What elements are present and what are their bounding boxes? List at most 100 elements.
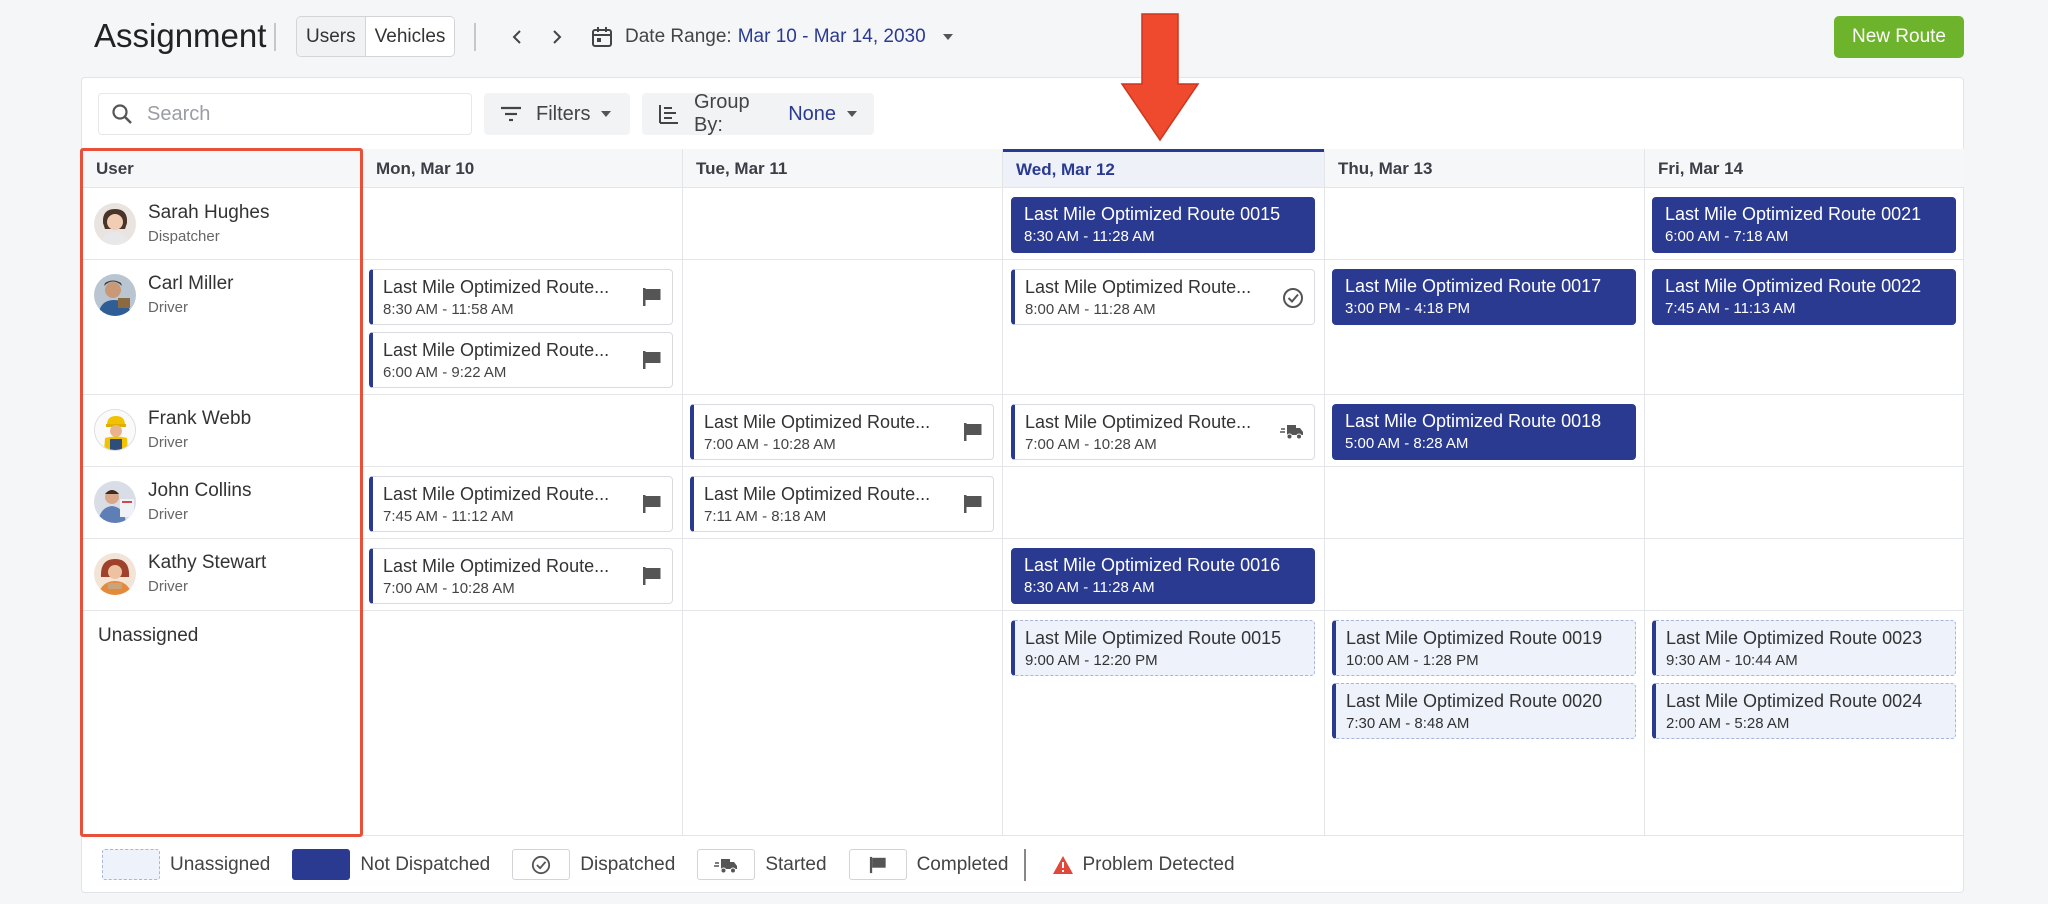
- legend-swatch: [102, 849, 160, 880]
- route-card-unassigned[interactable]: Last Mile Optimized Route 0023 9:30 AM -…: [1652, 620, 1956, 676]
- legend-item-started: Started: [697, 849, 827, 880]
- filter-icon: [500, 106, 522, 122]
- route-time: 2:00 AM - 5:28 AM: [1666, 715, 1790, 732]
- route-card[interactable]: Last Mile Optimized Route... 6:00 AM - 9…: [369, 332, 673, 388]
- route-card[interactable]: Last Mile Optimized Route... 7:45 AM - 1…: [369, 476, 673, 532]
- column-header-day: Mon, Mar 10: [362, 149, 682, 188]
- caret-down-icon: [600, 110, 612, 118]
- warning-icon: [1052, 855, 1074, 875]
- route-card[interactable]: Last Mile Optimized Route... 8:30 AM - 1…: [369, 269, 673, 325]
- legend-label: Not Dispatched: [360, 853, 491, 875]
- caret-down-icon: [942, 33, 954, 41]
- date-range-picker[interactable]: Date Range: Mar 10 - Mar 14, 2030: [591, 20, 954, 54]
- date-range-value: Mar 10 - Mar 14, 2030: [737, 26, 926, 47]
- route-card-unassigned[interactable]: Last Mile Optimized Route 0019 10:00 AM …: [1332, 620, 1636, 676]
- legend-item-not-dispatched: Not Dispatched: [292, 849, 490, 880]
- route-title: Last Mile Optimized Route...: [383, 277, 610, 297]
- route-title: Last Mile Optimized Route 0023: [1666, 628, 1923, 648]
- user-column-highlight: [80, 148, 363, 837]
- page-header: Assignment Users Vehicles Date Range: Ma…: [0, 0, 2048, 74]
- view-toggle: Users Vehicles: [296, 16, 456, 57]
- flag-icon: [642, 287, 662, 307]
- route-time: 7:00 AM - 10:28 AM: [383, 580, 515, 597]
- route-time: 6:00 AM - 9:22 AM: [383, 364, 507, 381]
- route-title: Last Mile Optimized Route 0020: [1346, 691, 1603, 711]
- legend-item-completed: Completed: [848, 849, 1008, 880]
- legend-divider: [1024, 848, 1027, 881]
- legend-item-unassigned: Unassigned: [102, 849, 270, 880]
- route-time: 7:45 AM - 11:12 AM: [383, 508, 514, 525]
- down-arrow-icon: [1120, 12, 1200, 147]
- route-card[interactable]: Last Mile Optimized Route 0022 7:45 AM -…: [1652, 269, 1956, 325]
- route-title: Last Mile Optimized Route...: [1025, 277, 1252, 297]
- view-toggle-vehicles[interactable]: Vehicles: [364, 17, 455, 56]
- legend-label: Problem Detected: [1082, 853, 1235, 875]
- route-time: 10:00 AM - 1:28 PM: [1346, 652, 1479, 669]
- calendar-icon: [591, 26, 613, 48]
- route-card[interactable]: Last Mile Optimized Route 0021 6:00 AM -…: [1652, 197, 1956, 253]
- route-title: Last Mile Optimized Route 0021: [1665, 204, 1922, 224]
- legend-label: Dispatched: [580, 853, 676, 875]
- group-by-dropdown[interactable]: Group By: None: [642, 91, 874, 136]
- route-time: 8:30 AM - 11:28 AM: [1024, 228, 1155, 245]
- route-card-unassigned[interactable]: Last Mile Optimized Route 0024 2:00 AM -…: [1652, 683, 1956, 739]
- route-title: Last Mile Optimized Route 0024: [1666, 691, 1923, 711]
- flag-icon: [642, 494, 662, 514]
- route-time: 5:00 AM - 8:28 AM: [1345, 435, 1469, 452]
- header-divider: [274, 23, 276, 51]
- route-card[interactable]: Last Mile Optimized Route 0018 5:00 AM -…: [1332, 404, 1636, 460]
- route-time: 8:30 AM - 11:28 AM: [1024, 579, 1155, 596]
- route-title: Last Mile Optimized Route 0015: [1024, 204, 1281, 224]
- route-title: Last Mile Optimized Route...: [1025, 412, 1252, 432]
- next-week-button[interactable]: [542, 22, 572, 52]
- route-card-unassigned[interactable]: Last Mile Optimized Route 0020 7:30 AM -…: [1332, 683, 1636, 739]
- date-range-label: Date Range:: [625, 26, 732, 47]
- grid-divider: [1324, 149, 1325, 835]
- column-header-day: Thu, Mar 13: [1324, 149, 1644, 188]
- toolbar: Filters Group By: None: [82, 78, 1963, 149]
- route-card[interactable]: Last Mile Optimized Route... 7:00 AM - 1…: [1011, 404, 1315, 460]
- column-header-day: Tue, Mar 11: [682, 149, 1002, 188]
- truck-icon: [697, 849, 756, 880]
- group-by-value: None: [788, 102, 836, 125]
- route-time: 3:00 PM - 4:18 PM: [1345, 300, 1471, 317]
- route-card[interactable]: Last Mile Optimized Route 0017 3:00 PM -…: [1332, 269, 1636, 325]
- grid-divider: [682, 149, 683, 835]
- route-card[interactable]: Last Mile Optimized Route... 8:00 AM - 1…: [1011, 269, 1315, 325]
- schedule-grid: User Mon, Mar 10 Tue, Mar 11 Wed, Mar 12…: [82, 149, 1964, 835]
- page-title: Assignment: [94, 17, 267, 54]
- route-title: Last Mile Optimized Route...: [704, 412, 931, 432]
- legend-item-problem-detected: Problem Detected: [1052, 853, 1235, 876]
- route-title: Last Mile Optimized Route 0018: [1345, 411, 1602, 431]
- route-time: 8:30 AM - 11:58 AM: [383, 301, 514, 318]
- search-box: [98, 93, 472, 135]
- grid-divider: [1644, 149, 1645, 835]
- new-route-button[interactable]: New Route: [1834, 16, 1964, 58]
- row-divider: [82, 610, 1963, 611]
- legend-item-dispatched: Dispatched: [512, 849, 675, 880]
- group-by-icon: [658, 103, 680, 125]
- route-card[interactable]: Last Mile Optimized Route 0015 8:30 AM -…: [1011, 197, 1315, 253]
- route-card-unassigned[interactable]: Last Mile Optimized Route 0015 9:00 AM -…: [1011, 620, 1315, 676]
- truck-icon: [1280, 422, 1304, 440]
- search-input[interactable]: [147, 102, 447, 126]
- previous-week-button[interactable]: [502, 22, 532, 52]
- caret-down-icon: [846, 110, 858, 118]
- grid-divider: [1002, 149, 1003, 835]
- header-divider: [474, 23, 476, 51]
- row-divider: [82, 538, 1963, 539]
- route-card[interactable]: Last Mile Optimized Route... 7:00 AM - 1…: [369, 548, 673, 604]
- view-toggle-users[interactable]: Users: [297, 17, 365, 56]
- row-divider: [82, 394, 1963, 395]
- route-card[interactable]: Last Mile Optimized Route... 7:00 AM - 1…: [690, 404, 994, 460]
- chevron-left-icon: [512, 30, 521, 44]
- check-circle-icon: [1282, 287, 1304, 309]
- route-card[interactable]: Last Mile Optimized Route... 7:11 AM - 8…: [690, 476, 994, 532]
- row-divider: [82, 466, 1963, 467]
- route-card[interactable]: Last Mile Optimized Route 0016 8:30 AM -…: [1011, 548, 1315, 604]
- route-title: Last Mile Optimized Route 0019: [1346, 628, 1603, 648]
- assignment-panel: Filters Group By: None User Mon, Mar 10 …: [81, 77, 1964, 893]
- filters-button[interactable]: Filters: [484, 93, 630, 135]
- legend-label: Started: [765, 853, 827, 875]
- route-time: 8:00 AM - 11:28 AM: [1025, 301, 1156, 318]
